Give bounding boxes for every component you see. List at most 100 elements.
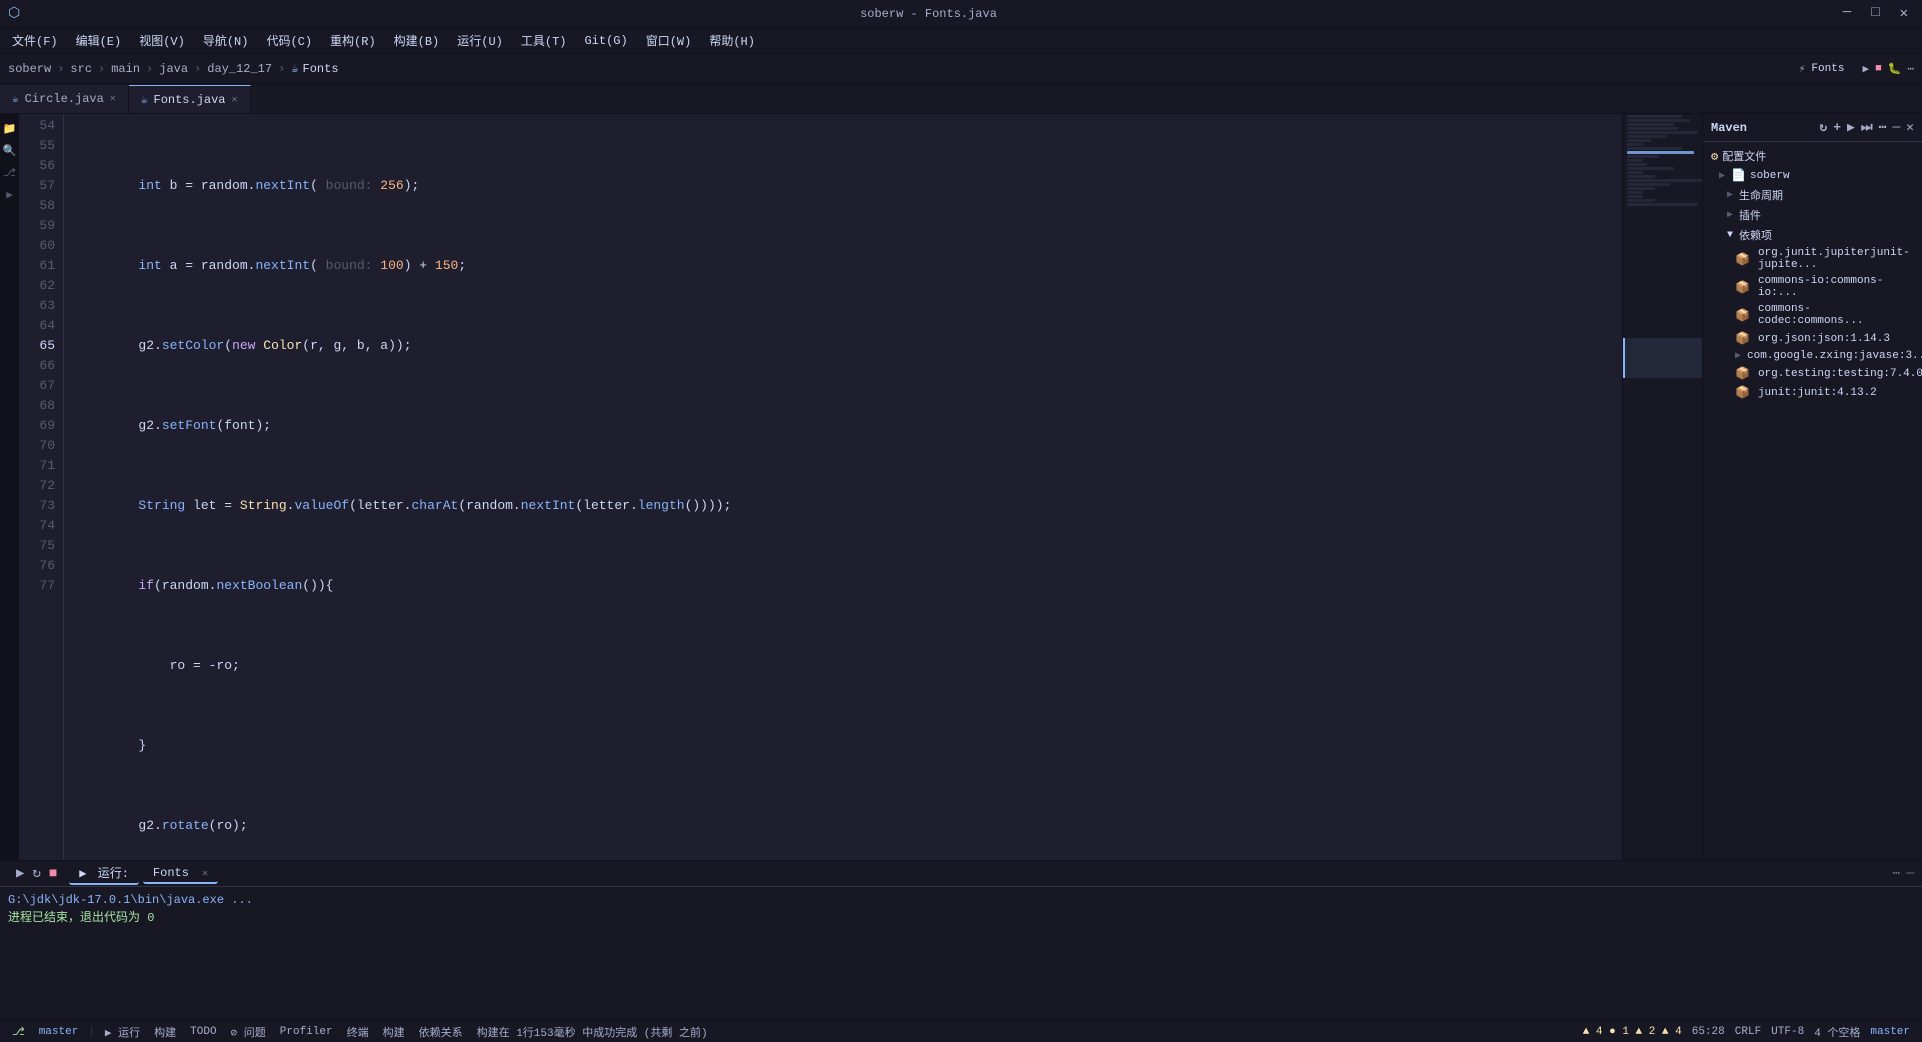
- sidebar-project-icon[interactable]: 📁: [1, 120, 19, 138]
- app-icon: ⬡: [8, 5, 20, 22]
- maven-minimize-icon[interactable]: ─: [1892, 120, 1900, 135]
- bottom-tab-run[interactable]: ▶ 运行:: [69, 862, 139, 885]
- maven-plugins-item[interactable]: ▶ 插件: [1703, 205, 1922, 225]
- maven-more-icon[interactable]: ⋯: [1879, 120, 1887, 135]
- nav-debug-icon[interactable]: 🐛: [1888, 62, 1902, 76]
- maven-add-icon[interactable]: +: [1833, 120, 1841, 135]
- code-area[interactable]: int b = random.nextInt( bound: 256); int…: [64, 114, 1622, 860]
- ln-61: 61: [28, 256, 55, 276]
- dep-junit[interactable]: 📦 junit:junit:4.13.2: [1703, 383, 1922, 402]
- sidebar-search-icon[interactable]: 🔍: [1, 142, 19, 160]
- menu-view[interactable]: 视图(V): [131, 30, 193, 51]
- maven-play-icon[interactable]: ▶: [1847, 120, 1855, 135]
- dep-commons-io[interactable]: 📦 commons-io:commons-io:...: [1703, 273, 1922, 301]
- menu-tools[interactable]: 工具(T): [513, 30, 575, 51]
- nav-run-area: ⚡ Fonts ▶ ■ 🐛 ⋯: [1799, 62, 1914, 76]
- status-problems-btn[interactable]: ⊘ 问题: [227, 1024, 270, 1040]
- status-build-btn[interactable]: 构建: [150, 1024, 180, 1040]
- deps-arrow: ▼: [1727, 230, 1733, 241]
- fonts-tab-close[interactable]: ✕: [202, 869, 208, 880]
- menu-code[interactable]: 代码(C): [258, 30, 320, 51]
- code-line-60: ro = -ro;: [76, 656, 1622, 676]
- maven-config-item[interactable]: ⚙ 配置文件: [1703, 146, 1922, 166]
- bottom-tabs: ▶ ↻ ■ ▶ 运行: Fonts ✕ ⋯ ─: [0, 861, 1922, 887]
- dep-icon-3: 📦: [1735, 308, 1750, 323]
- maven-deps-item[interactable]: ▼ 依赖项: [1703, 225, 1922, 245]
- tab-circle[interactable]: ☕ Circle.java ✕: [0, 85, 129, 113]
- menu-edit[interactable]: 编辑(E): [68, 30, 130, 51]
- dep-commons-io-label: commons-io:commons-io:...: [1758, 275, 1914, 299]
- status-line-col[interactable]: 65:28: [1688, 1024, 1729, 1040]
- window-title: soberw - Fonts.java: [860, 7, 997, 21]
- status-git-branch[interactable]: master: [1866, 1024, 1914, 1040]
- status-terminal-btn[interactable]: 终端: [343, 1024, 373, 1040]
- bottom-tab-fonts[interactable]: Fonts ✕: [143, 864, 218, 884]
- nav-fonts-run-label[interactable]: Fonts: [1811, 63, 1844, 75]
- maximize-button[interactable]: □: [1865, 3, 1885, 24]
- sidebar-run-icon[interactable]: ▶: [1, 186, 19, 204]
- menu-nav[interactable]: 导航(N): [195, 30, 257, 51]
- dep-json[interactable]: 📦 org.json:json:1.14.3: [1703, 329, 1922, 348]
- status-build2-btn[interactable]: 构建: [379, 1024, 409, 1040]
- dep-junit-jupiter[interactable]: 📦 org.junit.jupiterjunit-jupite...: [1703, 245, 1922, 273]
- menu-run[interactable]: 运行(U): [449, 30, 511, 51]
- terminal-play-btn[interactable]: ▶: [16, 865, 24, 882]
- nav-day[interactable]: day_12_17: [207, 62, 272, 76]
- status-indent[interactable]: 4 个空格: [1810, 1024, 1864, 1040]
- nav-soberw[interactable]: soberw: [8, 62, 51, 76]
- nav-sep-2: ›: [98, 62, 105, 76]
- tab-circle-label: Circle.java: [25, 92, 104, 106]
- ln-72: 72: [28, 476, 55, 496]
- status-encoding[interactable]: UTF-8: [1767, 1024, 1808, 1040]
- dep-commons-codec[interactable]: 📦 commons-codec:commons...: [1703, 301, 1922, 329]
- terminal-rerun-btn[interactable]: ↻: [32, 865, 40, 882]
- lifecycle-arrow: ▶: [1727, 189, 1733, 201]
- bottom-minimize-icon[interactable]: ─: [1906, 866, 1914, 881]
- status-branch[interactable]: master: [35, 1026, 83, 1038]
- nav-stop-icon[interactable]: ■: [1875, 63, 1882, 75]
- ln-75: 75: [28, 536, 55, 556]
- close-button[interactable]: ✕: [1894, 3, 1914, 24]
- code-line-54: int b = random.nextInt( bound: 256);: [76, 176, 1622, 196]
- nav-play-icon[interactable]: ▶: [1862, 62, 1869, 76]
- tab-circle-close[interactable]: ✕: [110, 93, 116, 105]
- menu-window[interactable]: 窗口(W): [638, 30, 700, 51]
- menu-build[interactable]: 构建(B): [386, 30, 448, 51]
- run-tab-label: 运行:: [98, 867, 129, 881]
- plugins-label: 插件: [1739, 207, 1761, 223]
- status-warnings[interactable]: ▲ 4 ● 1 ▲ 2 ▲ 4: [1579, 1024, 1686, 1040]
- status-line-ending[interactable]: CRLF: [1731, 1024, 1765, 1040]
- tab-fonts[interactable]: ☕ Fonts.java ✕: [129, 85, 251, 113]
- status-bar: ⎇ master | ▶ 运行 构建 TODO ⊘ 问题 Profiler 终端…: [0, 1020, 1922, 1042]
- menu-help[interactable]: 帮助(H): [701, 30, 763, 51]
- maven-refresh-icon[interactable]: ↻: [1819, 120, 1827, 135]
- status-profiler-btn[interactable]: Profiler: [276, 1026, 337, 1038]
- ln-69: 69: [28, 416, 55, 436]
- nav-src[interactable]: src: [70, 62, 92, 76]
- menu-file[interactable]: 文件(F): [4, 30, 66, 51]
- lifecycle-label: 生命周期: [1739, 187, 1783, 203]
- ln-65: 65: [28, 336, 55, 356]
- sidebar-git-icon[interactable]: ⎇: [1, 164, 19, 182]
- status-git-icon[interactable]: ⎇: [8, 1025, 29, 1039]
- maven-close-icon[interactable]: ✕: [1906, 120, 1914, 135]
- maven-soberw-item[interactable]: ▶ 📄 soberw: [1703, 166, 1922, 185]
- maven-lifecycle-item[interactable]: ▶ 生命周期: [1703, 185, 1922, 205]
- minimize-button[interactable]: ─: [1837, 3, 1857, 24]
- nav-main[interactable]: main: [111, 62, 140, 76]
- status-deps-btn[interactable]: 依赖关系: [415, 1024, 467, 1040]
- menu-refactor[interactable]: 重构(R): [322, 30, 384, 51]
- dep-testng[interactable]: 📦 org.testing:testing:7.4.0...: [1703, 364, 1922, 383]
- nav-more-icon[interactable]: ⋯: [1907, 62, 1914, 76]
- status-todo-btn[interactable]: TODO: [186, 1026, 220, 1038]
- ln-73: 73: [28, 496, 55, 516]
- terminal-stop-btn[interactable]: ■: [49, 866, 57, 882]
- nav-java[interactable]: java: [159, 62, 188, 76]
- status-run-btn[interactable]: ▶ 运行: [101, 1024, 144, 1040]
- nav-fonts-file[interactable]: Fonts: [303, 62, 339, 76]
- tab-fonts-close[interactable]: ✕: [232, 94, 238, 106]
- bottom-more-icon[interactable]: ⋯: [1892, 866, 1900, 881]
- menu-git[interactable]: Git(G): [576, 32, 635, 50]
- dep-zxing[interactable]: ▶ com.google.zxing:javase:3...: [1703, 348, 1922, 364]
- maven-skip-icon[interactable]: ⏭: [1861, 120, 1873, 135]
